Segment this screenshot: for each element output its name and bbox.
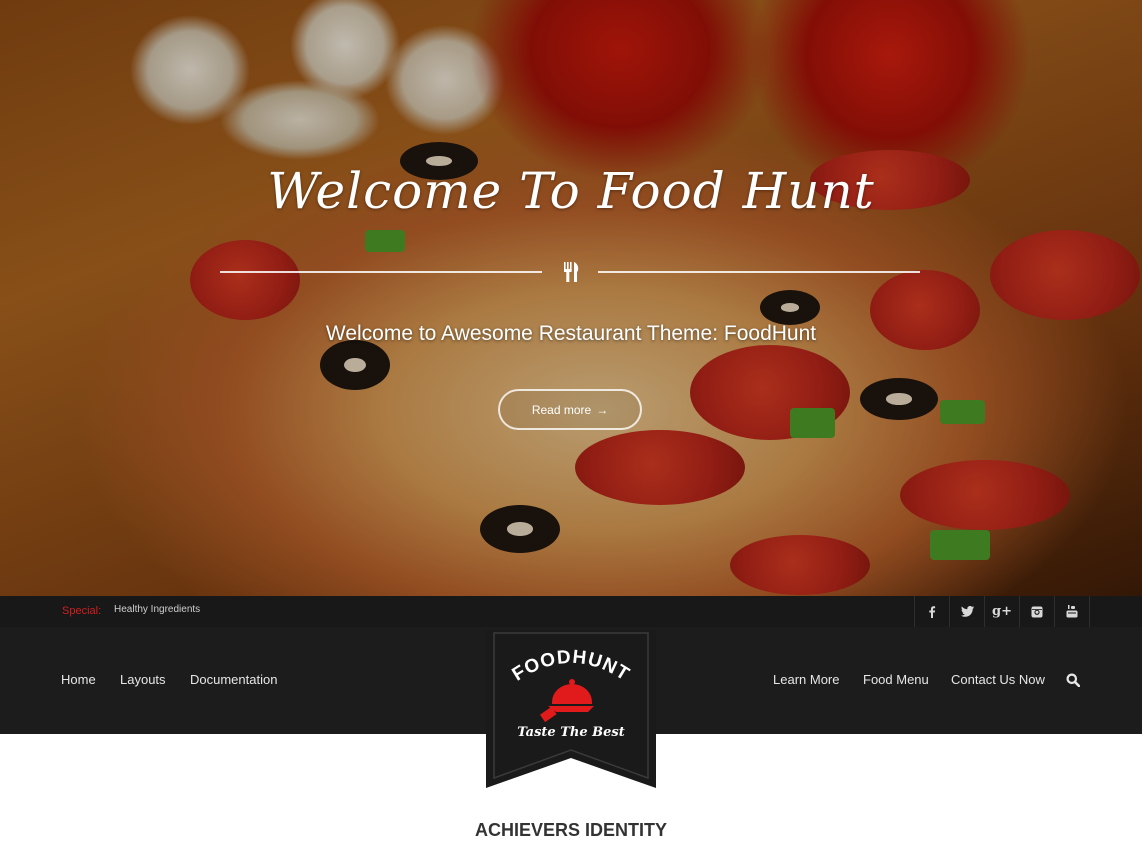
nav-item-documentation[interactable]: Documentation — [190, 672, 277, 687]
read-more-label: Read more — [531, 402, 592, 417]
youtube-icon[interactable] — [1054, 596, 1090, 627]
hero-subtitle: Welcome to Awesome Restaurant Theme: Foo… — [325, 322, 817, 345]
top-bar: Special: Healthy Ingredients g+ — [0, 596, 1142, 627]
hero-divider-left — [220, 271, 542, 273]
nav-item-layouts[interactable]: Layouts — [120, 672, 166, 687]
read-more-button[interactable]: Read more → — [498, 389, 642, 430]
special-label: Special: — [62, 605, 102, 617]
arrow-right-icon: → — [596, 402, 609, 417]
nav-item-learn-more[interactable]: Learn More — [773, 672, 839, 687]
fork-knife-icon — [564, 262, 579, 282]
nav-item-food-menu[interactable]: Food Menu — [863, 672, 929, 687]
twitter-icon[interactable] — [949, 596, 984, 627]
site-logo[interactable]: FOODHUNT Taste The Best — [486, 630, 656, 788]
search-icon[interactable] — [1066, 673, 1080, 687]
facebook-icon[interactable] — [914, 596, 949, 627]
logo-tagline: Taste The Best — [517, 725, 624, 740]
instagram-icon[interactable] — [1019, 596, 1054, 627]
hero-title: Welcome To Food Hunt — [267, 162, 875, 220]
google-plus-icon[interactable]: g+ — [984, 596, 1019, 627]
hero-overlay — [0, 0, 1142, 596]
special-text: Healthy Ingredients — [114, 604, 201, 615]
hero-banner: Welcome To Food Hunt Welcome to Awesome … — [0, 0, 1142, 596]
hero-divider-right — [598, 271, 920, 273]
nav-item-home[interactable]: Home — [61, 672, 96, 687]
section-title: ACHIEVERS IDENTITY — [474, 820, 668, 840]
nav-item-contact-us-now[interactable]: Contact Us Now — [951, 672, 1045, 687]
social-links: g+ — [914, 596, 1090, 627]
